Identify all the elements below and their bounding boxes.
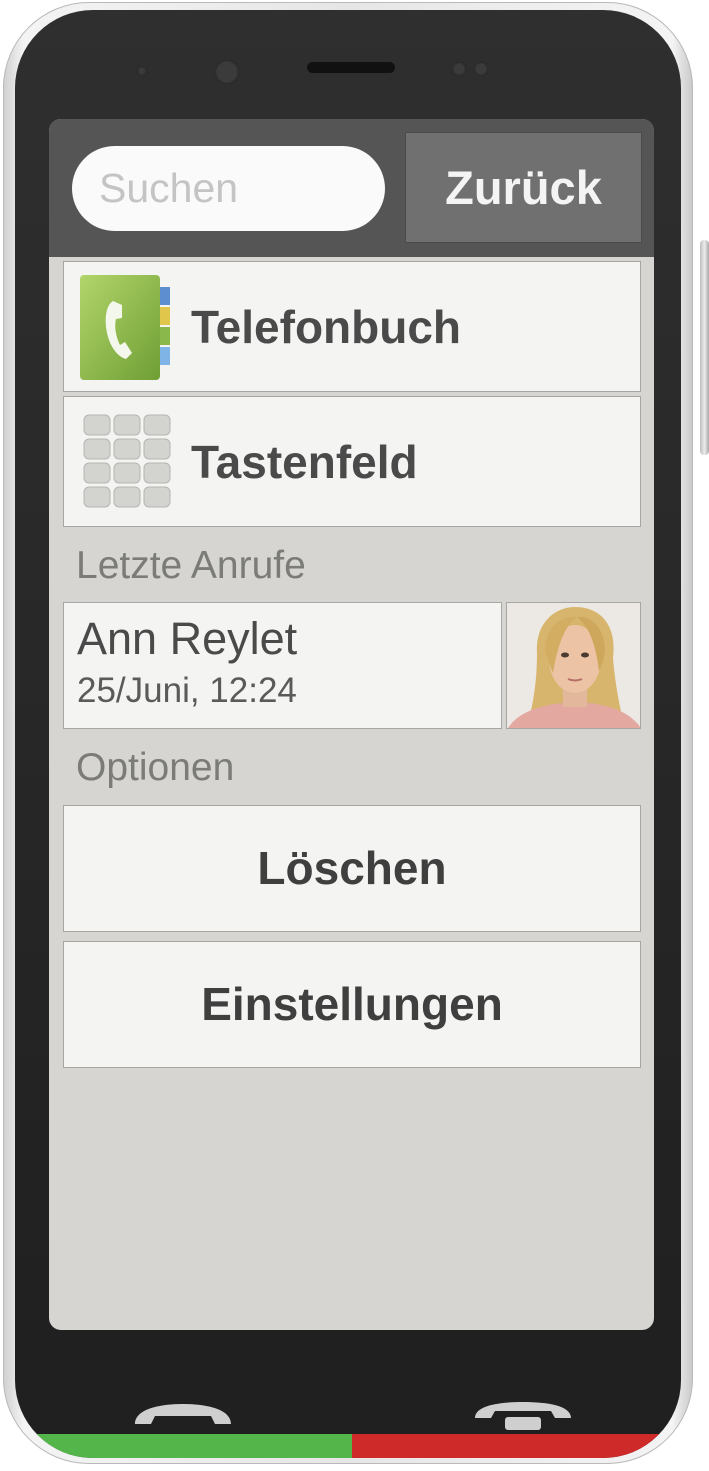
call-end-stripe <box>352 1434 681 1458</box>
contact-photo[interactable] <box>506 602 641 729</box>
menu-item-label: Telefonbuch <box>191 301 462 353</box>
delete-button-label: Löschen <box>257 842 447 894</box>
call-end-icon[interactable] <box>471 1400 575 1432</box>
phonebook-icon <box>80 275 172 380</box>
sensor-dot <box>474 62 488 76</box>
screen: Suchen Zurück Telefonbuch Tastenfeld Let… <box>49 119 654 1330</box>
back-button[interactable]: Zurück <box>405 132 642 243</box>
menu-item-label: Tastenfeld <box>191 436 418 488</box>
delete-button[interactable]: Löschen <box>63 805 641 932</box>
settings-button-label: Einstellungen <box>201 978 503 1030</box>
menu-item-keypad[interactable]: Tastenfeld <box>63 396 641 527</box>
section-title-options: Optionen <box>76 746 235 789</box>
call-accept-icon[interactable] <box>131 1402 235 1428</box>
menu-item-phonebook[interactable]: Telefonbuch <box>63 261 641 392</box>
contact-name: Ann Reylet <box>77 613 298 664</box>
top-bar: Suchen Zurück <box>49 119 654 257</box>
call-accept-stripe <box>15 1434 352 1458</box>
search-input[interactable]: Suchen <box>72 146 385 231</box>
phone-body: Suchen Zurück Telefonbuch Tastenfeld Let… <box>3 2 693 1464</box>
sensor-dot <box>452 62 466 76</box>
settings-button[interactable]: Einstellungen <box>63 941 641 1068</box>
front-camera <box>215 60 239 84</box>
sensor-dot <box>137 66 147 76</box>
recent-call-item[interactable]: Ann Reylet 25/Juni, 12:24 <box>63 602 502 729</box>
earpiece-speaker <box>307 62 395 73</box>
section-title-recent-calls: Letzte Anrufe <box>76 544 306 587</box>
call-datetime: 25/Juni, 12:24 <box>77 671 297 710</box>
side-button[interactable] <box>700 240 709 455</box>
phone-bezel: Suchen Zurück Telefonbuch Tastenfeld Let… <box>15 10 681 1458</box>
keypad-icon <box>83 414 173 510</box>
